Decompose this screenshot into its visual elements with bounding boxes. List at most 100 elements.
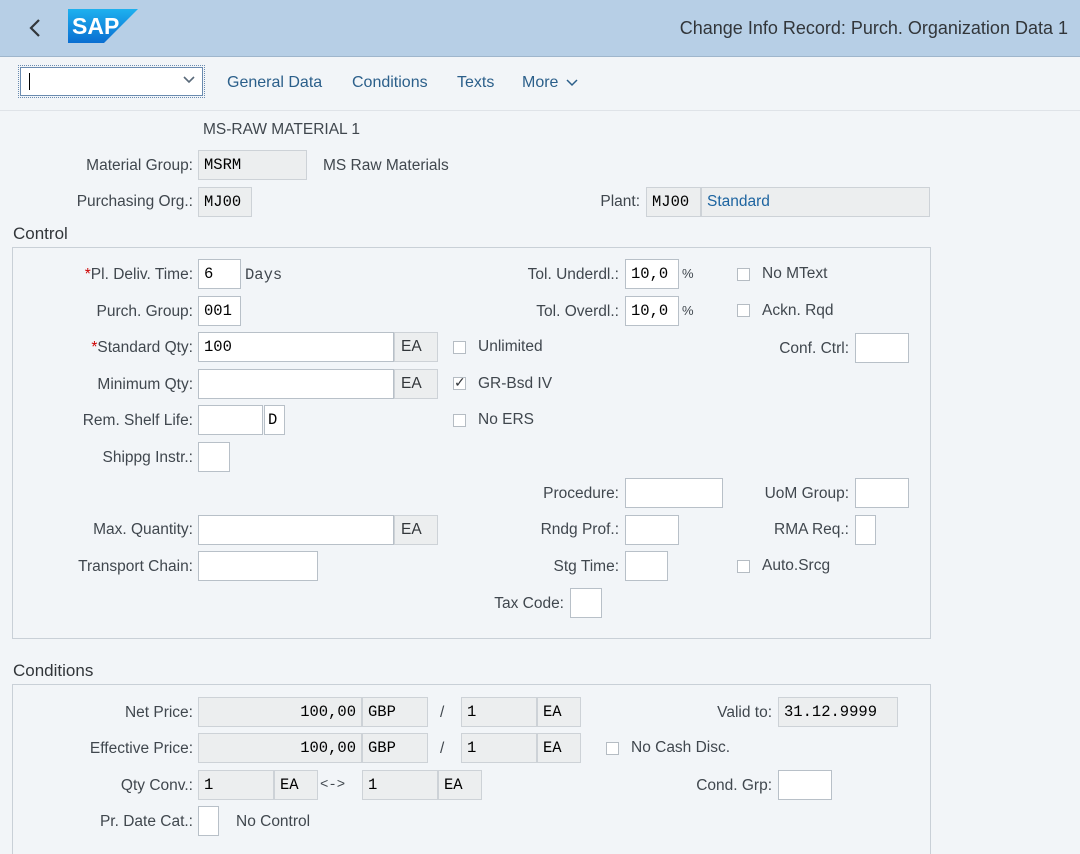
tab-general-data[interactable]: General Data (227, 74, 322, 92)
pr-date-cat-text: No Control (236, 813, 311, 830)
tab-more-label: More (522, 74, 559, 91)
purch-group-label: Purch. Group: (96, 303, 194, 320)
rndg-prof-label: Rndg Prof.: (540, 521, 619, 538)
minimum-qty-label: Minimum Qty: (97, 376, 193, 393)
qty-conv-arrow: <-> (320, 777, 346, 793)
material-description: MS-RAW MATERIAL 1 (203, 121, 361, 138)
rem-shelf-life-field[interactable] (198, 405, 263, 435)
material-group-field: MSRM (198, 150, 307, 180)
procedure-label: Procedure: (543, 485, 619, 502)
chevron-down-icon (566, 79, 578, 86)
control-section-title: Control (13, 224, 68, 243)
effective-price-per: 1 (461, 733, 537, 763)
material-group-text: MS Raw Materials (323, 157, 449, 174)
pl-deliv-time-field[interactable]: 6 (198, 259, 241, 289)
effective-price-label: Effective Price: (89, 740, 193, 757)
cond-grp-field[interactable] (778, 770, 832, 800)
auto-srcg-label: Auto.Srcg (762, 557, 831, 574)
unlimited-label: Unlimited (478, 338, 543, 355)
uom-group-label: UoM Group: (764, 485, 849, 502)
purch-group-field[interactable]: 001 (198, 296, 241, 326)
text-cursor (29, 73, 30, 90)
no-mtext-checkbox[interactable] (737, 268, 750, 281)
conf-ctrl-label: Conf. Ctrl: (779, 340, 849, 357)
ackn-rqd-label: Ackn. Rqd (762, 302, 834, 319)
pr-date-cat-field[interactable] (198, 806, 219, 836)
minimum-qty-field[interactable] (198, 369, 394, 399)
net-price-currency: GBP (362, 697, 428, 727)
ackn-rqd-checkbox[interactable] (737, 304, 750, 317)
chevron-down-icon (182, 73, 196, 87)
tol-overdl-label: Tol. Overdl.: (536, 303, 619, 320)
shippg-instr-field[interactable] (198, 442, 230, 472)
max-quantity-unit: EA (394, 515, 438, 545)
pl-deliv-time-label-text: Pl. Deliv. Time: (90, 266, 193, 283)
purch-org-label: Purchasing Org.: (76, 193, 193, 210)
plant-field: MJ00 (646, 187, 701, 217)
qty-conv-unit1: EA (274, 770, 318, 800)
no-cash-disc-checkbox[interactable] (606, 742, 619, 755)
standard-qty-label-text: Standard Qty: (97, 339, 193, 356)
tab-conditions[interactable]: Conditions (352, 74, 428, 92)
gr-bsd-iv-checkbox[interactable] (453, 374, 466, 391)
net-price-slash: / (440, 704, 445, 721)
no-ers-label: No ERS (478, 411, 534, 428)
rem-shelf-life-unit[interactable]: D (264, 405, 285, 435)
pr-date-cat-label: Pr. Date Cat.: (99, 813, 193, 830)
standard-qty-label: *Standard Qty: (91, 339, 193, 356)
unlimited-checkbox[interactable] (453, 341, 466, 354)
cond-grp-label: Cond. Grp: (696, 777, 772, 794)
effective-price-field: 100,00 (198, 733, 362, 763)
plant-label: Plant: (600, 193, 640, 210)
minimum-qty-unit: EA (394, 369, 438, 399)
purch-org-field: MJ00 (198, 187, 252, 217)
net-price-unit: EA (537, 697, 581, 727)
tab-texts[interactable]: Texts (457, 74, 494, 92)
tab-more[interactable]: More (522, 74, 579, 92)
valid-to-label: Valid to: (717, 704, 772, 721)
rma-req-label: RMA Req.: (774, 521, 849, 538)
tax-code-label: Tax Code: (494, 595, 564, 612)
procedure-field[interactable] (625, 478, 723, 508)
auto-srcg-checkbox[interactable] (737, 560, 750, 573)
max-quantity-label: Max. Quantity: (93, 521, 193, 538)
conditions-section-title: Conditions (13, 661, 94, 680)
tol-underdl-label: Tol. Underdl.: (527, 266, 619, 283)
qty-conv-value1: 1 (198, 770, 274, 800)
tax-code-field[interactable] (570, 588, 602, 618)
tol-underdl-field[interactable]: 10,0 (625, 259, 679, 289)
transport-chain-label: Transport Chain: (78, 558, 193, 575)
rndg-prof-field[interactable] (625, 515, 679, 545)
screen-select-dropdown[interactable] (18, 65, 205, 98)
material-group-label: Material Group: (86, 157, 193, 174)
effective-price-currency: GBP (362, 733, 428, 763)
stg-time-field[interactable] (625, 551, 668, 581)
back-chevron-icon[interactable] (22, 14, 50, 42)
tol-underdl-unit: % (682, 266, 694, 281)
max-quantity-field[interactable] (198, 515, 394, 545)
net-price-label: Net Price: (124, 704, 193, 721)
shippg-instr-label: Shippg Instr.: (102, 449, 193, 466)
transport-chain-field[interactable] (198, 551, 318, 581)
valid-to-field: 31.12.9999 (778, 697, 898, 727)
standard-qty-field[interactable]: 100 (198, 332, 394, 362)
uom-group-field[interactable] (855, 478, 909, 508)
rma-req-field[interactable] (855, 515, 876, 545)
effective-price-unit: EA (537, 733, 581, 763)
page-title: Change Info Record: Purch. Organization … (679, 18, 1068, 38)
svg-text:SAP: SAP (72, 13, 119, 39)
no-cash-disc-label: No Cash Disc. (631, 739, 731, 756)
gr-bsd-iv-label: GR-Bsd IV (478, 375, 553, 392)
qty-conv-unit2: EA (438, 770, 482, 800)
sap-logo: SAP (68, 9, 138, 43)
net-price-per: 1 (461, 697, 537, 727)
no-ers-checkbox[interactable] (453, 414, 466, 427)
qty-conv-value2: 1 (362, 770, 438, 800)
net-price-field: 100,00 (198, 697, 362, 727)
effective-price-slash: / (440, 740, 445, 757)
qty-conv-label: Qty Conv.: (120, 777, 193, 794)
plant-description: Standard (701, 187, 930, 217)
rem-shelf-life-label: Rem. Shelf Life: (82, 412, 193, 429)
conf-ctrl-field[interactable] (855, 333, 909, 363)
tol-overdl-field[interactable]: 10,0 (625, 296, 679, 326)
